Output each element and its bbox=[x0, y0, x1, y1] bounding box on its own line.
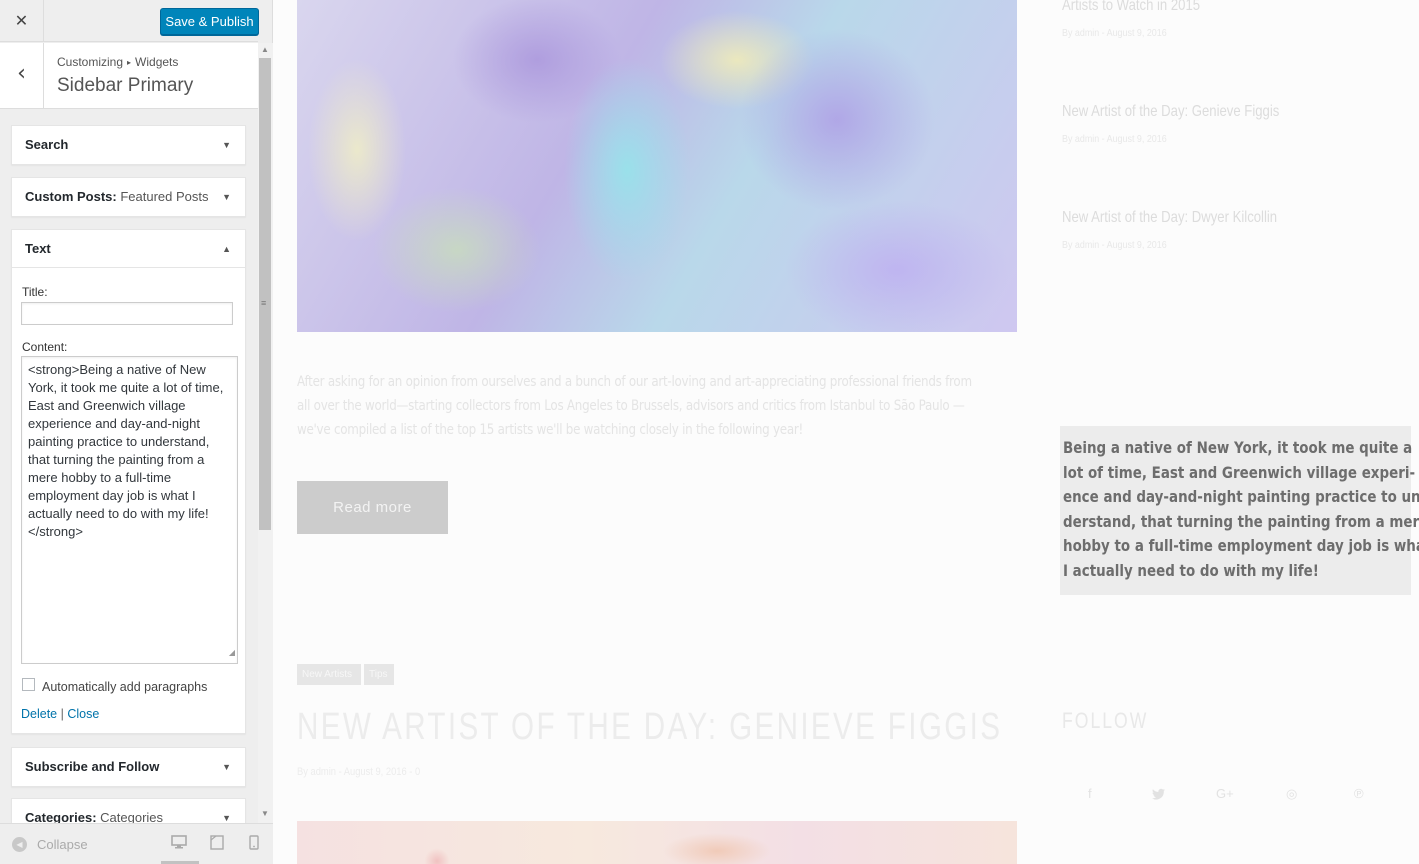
text-widget-content: Being a native of New York, it took me q… bbox=[1063, 436, 1419, 583]
text-line: I actually need to do with my life! bbox=[1063, 560, 1319, 580]
post-image[interactable] bbox=[297, 821, 1017, 864]
auto-paragraph-label: Automatically add paragraphs bbox=[42, 680, 208, 694]
title-input[interactable] bbox=[21, 302, 233, 325]
widget-title: Text bbox=[25, 241, 51, 256]
expand-arrow-icon[interactable]: ▼ bbox=[222, 748, 231, 786]
customizer-footer: ◀ Collapse bbox=[0, 823, 273, 864]
read-more-button[interactable]: Read more bbox=[297, 481, 448, 534]
instagram-icon[interactable]: ◎ bbox=[1286, 786, 1297, 802]
text-line: Being a native of New York, it took me q… bbox=[1063, 438, 1413, 457]
collapse-arrow-icon[interactable]: ▲ bbox=[222, 230, 231, 268]
widget-custom-posts[interactable]: Custom Posts: Featured Posts ▼ bbox=[11, 177, 246, 217]
widget-title: Subscribe and Follow bbox=[25, 759, 160, 774]
content-text: <strong>Being a native of New York, it t… bbox=[28, 362, 224, 539]
link-separator: | bbox=[60, 707, 64, 721]
excerpt-line: all over the world—starting collectors f… bbox=[297, 398, 965, 414]
list-item[interactable]: New Artist of the Day: Genieve Figgis By… bbox=[1062, 103, 1327, 145]
mobile-preview-icon[interactable] bbox=[249, 835, 259, 853]
post-meta: By admin - August 9, 2016 - 0 bbox=[297, 766, 421, 778]
widget-title: Search bbox=[25, 137, 69, 152]
scroll-up-icon[interactable]: ▲ bbox=[261, 45, 269, 54]
close-customizer-button[interactable]: ✕ bbox=[0, 0, 44, 42]
widget-header[interactable]: Search ▼ bbox=[12, 126, 245, 164]
customizer-header: ✕ Save & Publish bbox=[0, 0, 259, 42]
post-excerpt: After asking for an opinion from ourselv… bbox=[297, 370, 972, 442]
site-preview: After asking for an opinion from ourselv… bbox=[273, 0, 1419, 864]
recent-post-meta: By admin - August 9, 2016 bbox=[1062, 27, 1167, 39]
sidebar-scrollbar[interactable]: ▲ ≡ ▼ bbox=[258, 43, 273, 823]
title-label: Title: bbox=[22, 285, 48, 299]
post-title[interactable]: NEW ARTIST OF THE DAY: GENIEVE FIGGIS bbox=[297, 706, 1002, 749]
google-plus-icon[interactable]: G+ bbox=[1216, 786, 1234, 801]
widget-header[interactable]: Custom Posts: Featured Posts ▼ bbox=[12, 178, 245, 216]
twitter-icon[interactable] bbox=[1152, 788, 1166, 803]
breadcrumb: Customizing ▸ Widgets bbox=[57, 55, 178, 69]
desktop-preview-icon[interactable] bbox=[171, 835, 189, 852]
save-publish-button[interactable]: Save & Publish bbox=[160, 8, 259, 35]
section-title: Sidebar Primary bbox=[57, 75, 194, 96]
tag-tips[interactable]: Tips bbox=[364, 664, 394, 685]
pinterest-icon[interactable]: ℗ bbox=[1354, 786, 1364, 801]
resize-handle-icon[interactable]: ◢ bbox=[229, 644, 235, 662]
social-icons: f G+ ◎ ℗ bbox=[1060, 786, 1400, 816]
recent-post-meta: By admin - August 9, 2016 bbox=[1062, 133, 1167, 145]
widget-search[interactable]: Search ▼ bbox=[11, 125, 246, 165]
expand-arrow-icon[interactable]: ▼ bbox=[222, 178, 231, 216]
text-widget-preview[interactable]: Being a native of New York, it took me q… bbox=[1060, 426, 1419, 595]
customizer-panel: ✕ Save & Publish ‹ Customizing ▸ Widgets S… bbox=[0, 0, 273, 864]
follow-heading: FOLLOW bbox=[1062, 708, 1149, 733]
recent-post-title[interactable]: New Artist of the Day: Genieve Figgis bbox=[1062, 103, 1279, 121]
widget-actions: Delete | Close bbox=[21, 707, 99, 721]
collapse-label[interactable]: Collapse bbox=[37, 837, 88, 852]
grip-icon: ≡ bbox=[261, 298, 267, 308]
collapse-icon[interactable]: ◀ bbox=[12, 837, 27, 852]
featured-image[interactable] bbox=[297, 0, 1017, 332]
back-button[interactable]: ‹ bbox=[0, 43, 44, 108]
expand-arrow-icon[interactable]: ▼ bbox=[222, 126, 231, 164]
text-line: hobby to a full-time employment day job … bbox=[1063, 536, 1419, 555]
tablet-preview-icon[interactable] bbox=[210, 835, 224, 853]
excerpt-line: we've compiled a list of the top 15 arti… bbox=[297, 422, 804, 438]
text-line: ence and day-and-night painting practice… bbox=[1063, 487, 1419, 506]
widget-title: Custom Posts: bbox=[25, 189, 117, 204]
recent-post-title[interactable]: New Artist of the Day: Dwyer Kilcollin bbox=[1062, 209, 1277, 227]
text-line: lot of time, East and Greenwich village … bbox=[1063, 462, 1416, 482]
widget-header[interactable]: Subscribe and Follow ▼ bbox=[12, 748, 245, 786]
content-textarea[interactable]: <strong>Being a native of New York, it t… bbox=[21, 356, 238, 664]
widget-text: Text ▲ Title: Content: <strong>Being a n… bbox=[11, 229, 246, 734]
delete-link[interactable]: Delete bbox=[21, 707, 57, 721]
list-item[interactable]: New Artist of the Day: Dwyer Kilcollin B… bbox=[1062, 209, 1324, 251]
excerpt-line: After asking for an opinion from ourselv… bbox=[297, 374, 972, 390]
text-line: derstand, that turning the painting from… bbox=[1063, 511, 1419, 531]
recent-post-meta: By admin - August 9, 2016 bbox=[1062, 239, 1167, 251]
content-label: Content: bbox=[22, 340, 68, 354]
facebook-icon[interactable]: f bbox=[1088, 786, 1092, 801]
close-link[interactable]: Close bbox=[67, 707, 99, 721]
scrollbar-thumb[interactable]: ≡ bbox=[259, 58, 271, 530]
list-item[interactable]: Artists to Watch in 2015 By admin - Augu… bbox=[1062, 0, 1230, 39]
breadcrumb-separator: ▸ bbox=[127, 58, 132, 67]
recent-post-title[interactable]: Artists to Watch in 2015 bbox=[1062, 0, 1200, 15]
widget-subscribe-follow[interactable]: Subscribe and Follow ▼ bbox=[11, 747, 246, 787]
breadcrumb-root: Customizing bbox=[57, 55, 124, 69]
scroll-down-icon[interactable]: ▼ bbox=[261, 809, 269, 818]
section-header: ‹ Customizing ▸ Widgets Sidebar Primary bbox=[0, 43, 258, 109]
auto-paragraph-checkbox[interactable] bbox=[22, 678, 35, 691]
breadcrumb-current: Widgets bbox=[135, 55, 179, 69]
widget-header[interactable]: Text ▲ bbox=[12, 230, 245, 268]
tag-new-artists[interactable]: New Artists bbox=[297, 664, 361, 685]
widget-subtitle: Featured Posts bbox=[120, 189, 209, 204]
